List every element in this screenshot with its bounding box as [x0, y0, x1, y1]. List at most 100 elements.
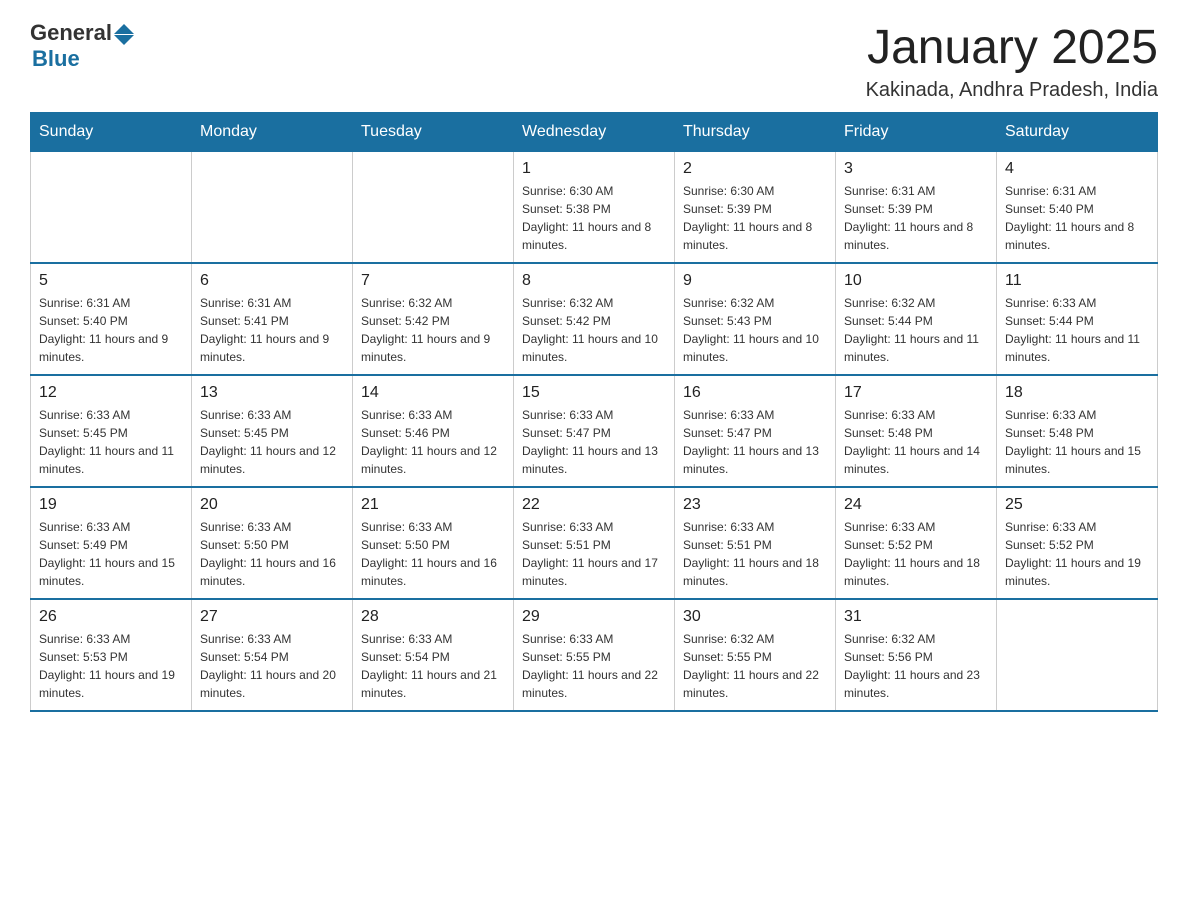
col-monday: Monday	[192, 113, 353, 152]
day-info: Sunrise: 6:31 AMSunset: 5:40 PMDaylight:…	[1005, 182, 1149, 254]
calendar-cell: 19Sunrise: 6:33 AMSunset: 5:49 PMDayligh…	[31, 487, 192, 599]
day-number: 23	[683, 496, 827, 514]
calendar-cell: 5Sunrise: 6:31 AMSunset: 5:40 PMDaylight…	[31, 263, 192, 375]
day-info: Sunrise: 6:32 AMSunset: 5:43 PMDaylight:…	[683, 294, 827, 366]
calendar-cell: 11 Sunrise: 6:33 AMSunset: 5:44 PMDayligh…	[997, 263, 1158, 375]
calendar-cell: 9 Sunrise: 6:32 AMSunset: 5:43 PMDaylight…	[675, 263, 836, 375]
calendar-cell: 30Sunrise: 6:32 AMSunset: 5:55 PMDayligh…	[675, 599, 836, 711]
day-number: 15	[522, 384, 666, 402]
day-number: 28	[361, 608, 505, 626]
day-info: Sunrise: 6:31 AMSunset: 5:40 PMDaylight:…	[39, 294, 183, 366]
calendar-cell: 12Sunrise: 6:33 AMSunset: 5:45 PMDayligh…	[31, 375, 192, 487]
day-number: 18	[1005, 384, 1149, 402]
calendar-cell: 10 Sunrise: 6:32 AMSunset: 5:44 PMDayligh…	[836, 263, 997, 375]
calendar-cell: 28 Sunrise: 6:33 AMSunset: 5:54 PMDayligh…	[353, 599, 514, 711]
day-info: Sunrise: 6:33 AMSunset: 5:45 PMDaylight:…	[39, 406, 183, 478]
day-info: Sunrise: 6:33 AMSunset: 5:55 PMDaylight:…	[522, 630, 666, 702]
day-info: Sunrise: 6:33 AMSunset: 5:47 PMDaylight:…	[683, 406, 827, 478]
day-number: 19	[39, 496, 183, 514]
calendar-cell: 25Sunrise: 6:33 AMSunset: 5:52 PMDayligh…	[997, 487, 1158, 599]
day-number: 14	[361, 384, 505, 402]
col-friday: Friday	[836, 113, 997, 152]
day-number: 29	[522, 608, 666, 626]
day-info: Sunrise: 6:33 AMSunset: 5:50 PMDaylight:…	[200, 518, 344, 590]
calendar-cell: 2 Sunrise: 6:30 AMSunset: 5:39 PMDaylight…	[675, 152, 836, 264]
calendar-body: 1Sunrise: 6:30 AMSunset: 5:38 PMDaylight…	[31, 152, 1158, 712]
day-info: Sunrise: 6:31 AMSunset: 5:39 PMDaylight:…	[844, 182, 988, 254]
day-info: Sunrise: 6:32 AMSunset: 5:42 PMDaylight:…	[361, 294, 505, 366]
day-info: Sunrise: 6:33 AMSunset: 5:50 PMDaylight:…	[361, 518, 505, 590]
calendar-cell: 27 Sunrise: 6:33 AMSunset: 5:54 PMDayligh…	[192, 599, 353, 711]
page-title: January 2025	[866, 20, 1158, 75]
calendar-week-row: 1Sunrise: 6:30 AMSunset: 5:38 PMDaylight…	[31, 152, 1158, 264]
day-number: 2	[683, 160, 827, 178]
calendar-week-row: 12Sunrise: 6:33 AMSunset: 5:45 PMDayligh…	[31, 375, 1158, 487]
calendar-cell: 1Sunrise: 6:30 AMSunset: 5:38 PMDaylight…	[514, 152, 675, 264]
day-number: 27	[200, 608, 344, 626]
day-info: Sunrise: 6:33 AMSunset: 5:54 PMDaylight:…	[361, 630, 505, 702]
calendar-cell: 6 Sunrise: 6:31 AMSunset: 5:41 PMDaylight…	[192, 263, 353, 375]
day-number: 16	[683, 384, 827, 402]
day-info: Sunrise: 6:33 AMSunset: 5:51 PMDaylight:…	[683, 518, 827, 590]
day-info: Sunrise: 6:33 AMSunset: 5:48 PMDaylight:…	[844, 406, 988, 478]
day-number: 10	[844, 272, 988, 290]
calendar-cell: 29 Sunrise: 6:33 AMSunset: 5:55 PMDayligh…	[514, 599, 675, 711]
calendar-week-row: 26 Sunrise: 6:33 AMSunset: 5:53 PMDayligh…	[31, 599, 1158, 711]
day-number: 1	[522, 160, 666, 178]
day-info: Sunrise: 6:33 AMSunset: 5:44 PMDaylight:…	[1005, 294, 1149, 366]
day-number: 9	[683, 272, 827, 290]
logo: General Blue	[30, 20, 134, 72]
day-info: Sunrise: 6:31 AMSunset: 5:41 PMDaylight:…	[200, 294, 344, 366]
day-info: Sunrise: 6:32 AMSunset: 5:44 PMDaylight:…	[844, 294, 988, 366]
day-info: Sunrise: 6:33 AMSunset: 5:48 PMDaylight:…	[1005, 406, 1149, 478]
page-header: General Blue January 2025 Kakinada, Andh…	[30, 20, 1158, 102]
day-info: Sunrise: 6:30 AMSunset: 5:39 PMDaylight:…	[683, 182, 827, 254]
calendar-cell: 22 Sunrise: 6:33 AMSunset: 5:51 PMDayligh…	[514, 487, 675, 599]
logo-blue: Blue	[32, 46, 80, 72]
calendar-cell: 23 Sunrise: 6:33 AMSunset: 5:51 PMDayligh…	[675, 487, 836, 599]
day-number: 26	[39, 608, 183, 626]
col-sunday: Sunday	[31, 113, 192, 152]
days-of-week-row: Sunday Monday Tuesday Wednesday Thursday…	[31, 113, 1158, 152]
day-info: Sunrise: 6:33 AMSunset: 5:47 PMDaylight:…	[522, 406, 666, 478]
day-number: 3	[844, 160, 988, 178]
day-number: 22	[522, 496, 666, 514]
day-number: 8	[522, 272, 666, 290]
day-number: 20	[200, 496, 344, 514]
page-subtitle: Kakinada, Andhra Pradesh, India	[866, 79, 1158, 102]
calendar-cell	[31, 152, 192, 264]
calendar-cell: 7Sunrise: 6:32 AMSunset: 5:42 PMDaylight…	[353, 263, 514, 375]
day-info: Sunrise: 6:33 AMSunset: 5:54 PMDaylight:…	[200, 630, 344, 702]
title-block: January 2025 Kakinada, Andhra Pradesh, I…	[866, 20, 1158, 102]
calendar-cell: 31 Sunrise: 6:32 AMSunset: 5:56 PMDayligh…	[836, 599, 997, 711]
calendar-cell: 24Sunrise: 6:33 AMSunset: 5:52 PMDayligh…	[836, 487, 997, 599]
day-info: Sunrise: 6:32 AMSunset: 5:56 PMDaylight:…	[844, 630, 988, 702]
calendar-cell: 16 Sunrise: 6:33 AMSunset: 5:47 PMDayligh…	[675, 375, 836, 487]
calendar-cell	[353, 152, 514, 264]
day-info: Sunrise: 6:33 AMSunset: 5:52 PMDaylight:…	[1005, 518, 1149, 590]
calendar-cell: 8 Sunrise: 6:32 AMSunset: 5:42 PMDaylight…	[514, 263, 675, 375]
day-number: 24	[844, 496, 988, 514]
day-number: 31	[844, 608, 988, 626]
calendar-week-row: 5Sunrise: 6:31 AMSunset: 5:40 PMDaylight…	[31, 263, 1158, 375]
calendar-header: Sunday Monday Tuesday Wednesday Thursday…	[31, 113, 1158, 152]
col-thursday: Thursday	[675, 113, 836, 152]
day-number: 6	[200, 272, 344, 290]
calendar-cell: 13Sunrise: 6:33 AMSunset: 5:45 PMDayligh…	[192, 375, 353, 487]
calendar-cell: 15 Sunrise: 6:33 AMSunset: 5:47 PMDayligh…	[514, 375, 675, 487]
calendar-cell	[192, 152, 353, 264]
day-info: Sunrise: 6:33 AMSunset: 5:53 PMDaylight:…	[39, 630, 183, 702]
calendar-cell: 17 Sunrise: 6:33 AMSunset: 5:48 PMDayligh…	[836, 375, 997, 487]
calendar-cell	[997, 599, 1158, 711]
day-number: 17	[844, 384, 988, 402]
day-info: Sunrise: 6:32 AMSunset: 5:42 PMDaylight:…	[522, 294, 666, 366]
calendar-cell: 20 Sunrise: 6:33 AMSunset: 5:50 PMDayligh…	[192, 487, 353, 599]
calendar-week-row: 19Sunrise: 6:33 AMSunset: 5:49 PMDayligh…	[31, 487, 1158, 599]
calendar-cell: 14Sunrise: 6:33 AMSunset: 5:46 PMDayligh…	[353, 375, 514, 487]
day-number: 30	[683, 608, 827, 626]
col-saturday: Saturday	[997, 113, 1158, 152]
day-info: Sunrise: 6:33 AMSunset: 5:45 PMDaylight:…	[200, 406, 344, 478]
day-number: 11	[1005, 272, 1149, 290]
calendar-cell: 18 Sunrise: 6:33 AMSunset: 5:48 PMDayligh…	[997, 375, 1158, 487]
day-info: Sunrise: 6:33 AMSunset: 5:51 PMDaylight:…	[522, 518, 666, 590]
